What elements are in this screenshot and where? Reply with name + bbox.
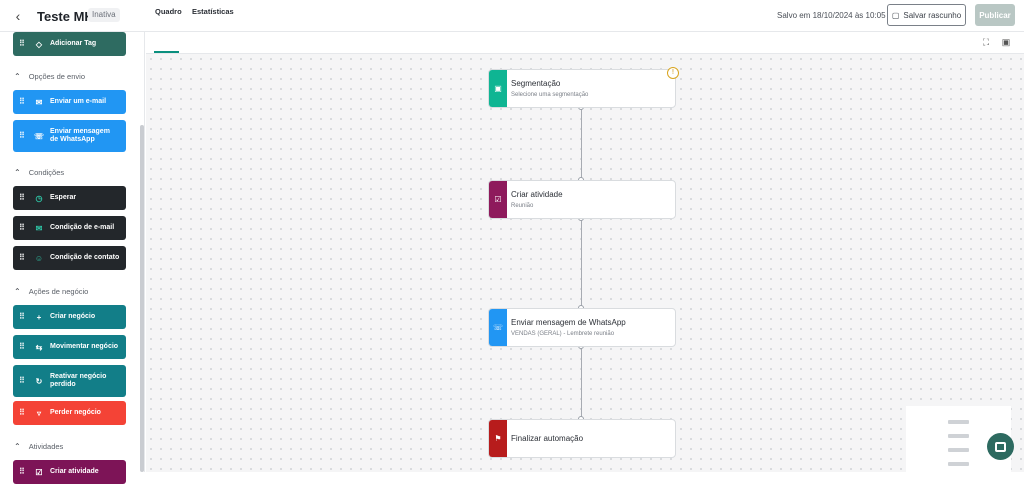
chat-icon bbox=[995, 441, 1006, 452]
chevron-up-icon: ⌃ bbox=[14, 72, 21, 81]
plus-icon: + bbox=[36, 312, 42, 322]
connector-line bbox=[581, 346, 582, 419]
drag-handle-icon: ⠿ bbox=[19, 193, 25, 202]
flow-canvas[interactable] bbox=[146, 54, 1024, 472]
chevron-up-icon: ⌃ bbox=[14, 442, 21, 451]
chat-support-button[interactable] bbox=[987, 433, 1014, 460]
status-badge: Inativa bbox=[88, 8, 120, 22]
tag-icon: ◇ bbox=[35, 39, 43, 49]
chevron-up-icon: ⌃ bbox=[14, 168, 21, 177]
drag-handle-icon: ⠿ bbox=[19, 376, 25, 385]
sidebar-item-email-condition[interactable]: ⠿ ✉ Condição de e-mail bbox=[13, 216, 126, 240]
whatsapp-icon: ☏ bbox=[33, 131, 44, 141]
flag-icon: ⚑ bbox=[489, 420, 507, 457]
lock-icon[interactable]: ▣ bbox=[1001, 37, 1011, 47]
drag-handle-icon: ⠿ bbox=[19, 223, 25, 232]
back-button[interactable]: ‹ bbox=[10, 8, 26, 24]
flow-node-finish[interactable]: ⚑ Finalizar automação bbox=[488, 419, 676, 458]
sidebar-scrollbar[interactable] bbox=[140, 125, 144, 472]
canvas-tabs bbox=[146, 32, 1024, 54]
sidebar-item-add-tag[interactable]: ⠿ ◇ Adicionar Tag bbox=[13, 32, 126, 56]
drag-handle-icon: ⠿ bbox=[19, 253, 25, 262]
sidebar-item-send-email[interactable]: ⠿ ✉ Enviar um e-mail bbox=[13, 90, 126, 114]
segment-icon: ▣ bbox=[489, 70, 507, 107]
saved-status: Salvo em 18/10/2024 às 10:05 bbox=[777, 11, 886, 20]
whatsapp-icon: ☏ bbox=[489, 309, 507, 346]
sidebar-item-reactivate-deal[interactable]: ⠿ ↻ Reativar negócio perdido bbox=[13, 365, 126, 397]
swap-icon: ⇆ bbox=[35, 342, 43, 352]
section-send-options[interactable]: ⌃ Opções de envio bbox=[14, 72, 85, 81]
section-conditions[interactable]: ⌃ Condições bbox=[14, 168, 64, 177]
connector-line bbox=[581, 218, 582, 308]
chevron-up-icon: ⌃ bbox=[14, 287, 21, 296]
tab-board[interactable]: Quadro bbox=[155, 7, 182, 16]
flow-node-segmentation[interactable]: ▣ Segmentação Selecione uma segmentação bbox=[488, 69, 676, 108]
drag-handle-icon: ⠿ bbox=[19, 312, 25, 321]
drag-handle-icon: ⠿ bbox=[19, 408, 25, 417]
publish-button[interactable]: Publicar bbox=[975, 4, 1015, 26]
minimap-node bbox=[948, 434, 969, 438]
section-business-actions[interactable]: ⌃ Ações de negócio bbox=[14, 287, 88, 296]
checkbox-icon: ☑ bbox=[489, 181, 507, 218]
fullscreen-icon[interactable]: ⛶ bbox=[981, 37, 991, 47]
active-tab-indicator bbox=[154, 51, 179, 53]
save-icon: ▢ bbox=[891, 10, 900, 20]
connector-line bbox=[581, 107, 582, 180]
drag-handle-icon: ⠿ bbox=[19, 467, 25, 476]
warning-icon[interactable]: ! bbox=[667, 67, 679, 79]
refresh-icon: ↻ bbox=[35, 376, 43, 386]
sidebar-item-create-activity[interactable]: ⠿ ☑ Criar atividade bbox=[13, 460, 126, 484]
drag-handle-icon: ⠿ bbox=[19, 131, 25, 140]
flow-node-send-whatsapp[interactable]: ☏ Enviar mensagem de WhatsApp VENDAS (GE… bbox=[488, 308, 676, 347]
mail-icon: ✉ bbox=[35, 97, 43, 107]
top-bar: ‹ Teste MKT Inativa Salvo em 18/10/2024 … bbox=[0, 0, 1024, 32]
minimap-node bbox=[948, 448, 969, 452]
section-activities[interactable]: ⌃ Atividades bbox=[14, 442, 63, 451]
checkbox-icon: ☑ bbox=[35, 467, 43, 477]
timer-icon: ◷ bbox=[35, 193, 43, 203]
minimap-node bbox=[948, 462, 969, 466]
sidebar-item-lose-deal[interactable]: ⠿ ▿ Perder negócio bbox=[13, 401, 126, 425]
minimap-node bbox=[948, 420, 969, 424]
sidebar-item-wait[interactable]: ⠿ ◷ Esperar bbox=[13, 186, 126, 210]
user-icon: ☺ bbox=[34, 253, 44, 263]
drag-handle-icon: ⠿ bbox=[19, 342, 25, 351]
sidebar-item-create-deal[interactable]: ⠿ + Criar negócio bbox=[13, 305, 126, 329]
chevron-left-icon: ‹ bbox=[15, 8, 21, 24]
drag-handle-icon: ⠿ bbox=[19, 39, 25, 48]
mail-icon: ✉ bbox=[35, 223, 43, 233]
flow-node-create-activity[interactable]: ☑ Criar atividade Reunião bbox=[488, 180, 676, 219]
save-draft-label: Salvar rascunho bbox=[903, 10, 962, 20]
thumbs-down-icon: ▿ bbox=[36, 408, 41, 418]
tab-statistics[interactable]: Estatísticas bbox=[192, 7, 234, 16]
sidebar-item-move-deal[interactable]: ⠿ ⇆ Movimentar negócio bbox=[13, 335, 126, 359]
drag-handle-icon: ⠿ bbox=[19, 97, 25, 106]
sidebar-item-send-whatsapp[interactable]: ⠿ ☏ Enviar mensagem de WhatsApp bbox=[13, 120, 126, 152]
save-draft-button[interactable]: ▢ Salvar rascunho bbox=[887, 4, 966, 26]
sidebar-item-contact-condition[interactable]: ⠿ ☺ Condição de contato bbox=[13, 246, 126, 270]
